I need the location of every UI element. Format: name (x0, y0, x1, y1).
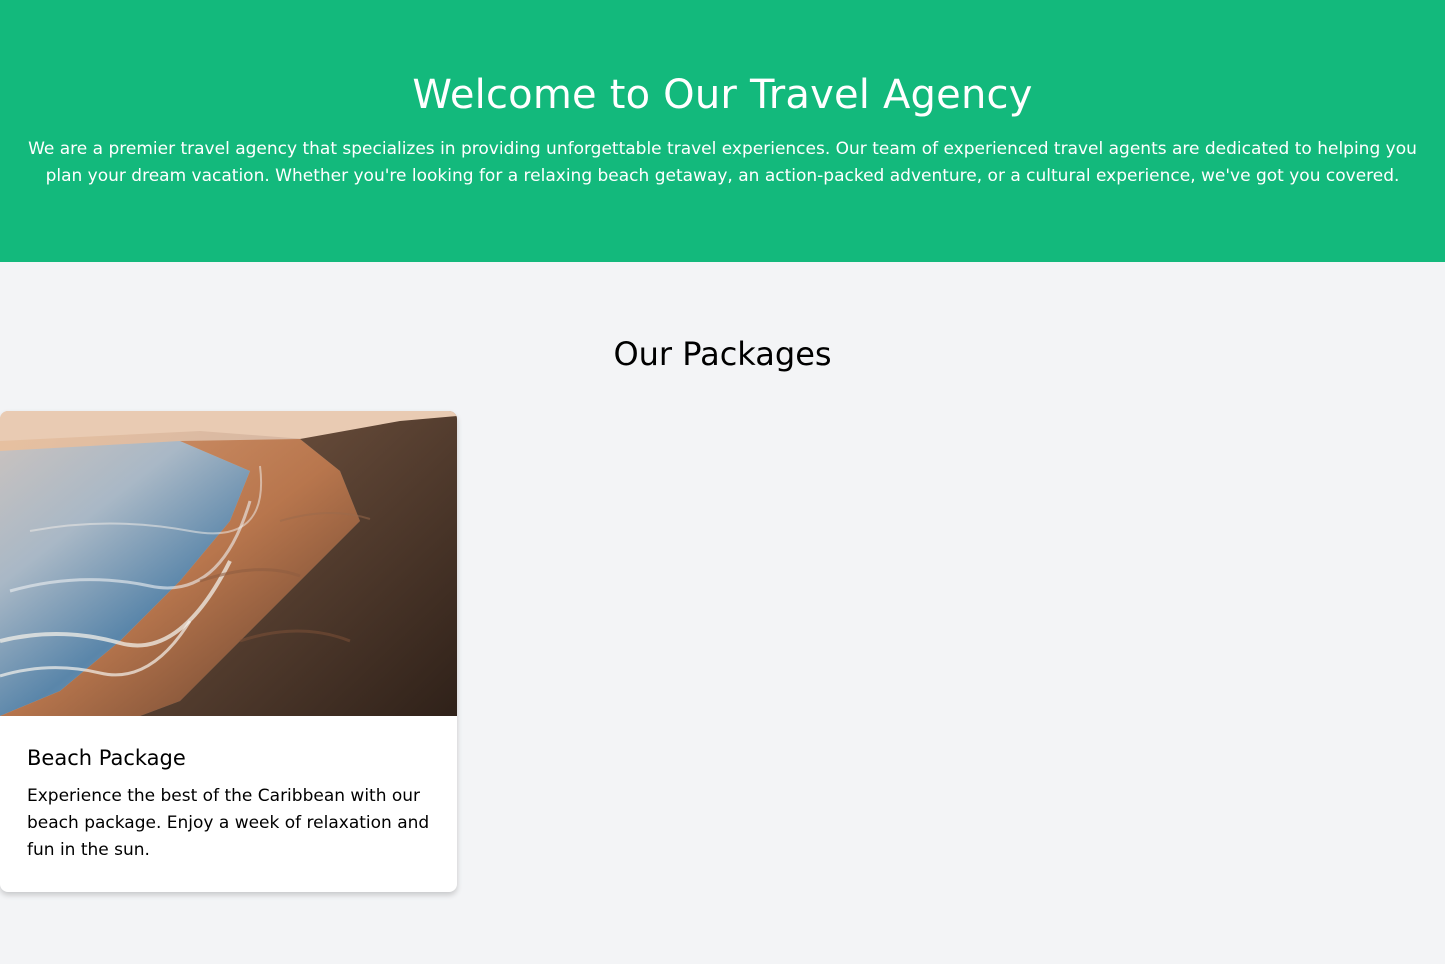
beach-image (0, 411, 457, 716)
hero-banner: Welcome to Our Travel Agency We are a pr… (0, 0, 1445, 262)
package-title[interactable]: Beach Package (27, 743, 186, 773)
hero-description: We are a premier travel agency that spec… (28, 139, 1417, 186)
packages-heading: Our Packages (613, 335, 832, 373)
hero-title: Welcome to Our Travel Agency (412, 72, 1033, 118)
package-description: Experience the best of the Caribbean wit… (27, 786, 430, 860)
